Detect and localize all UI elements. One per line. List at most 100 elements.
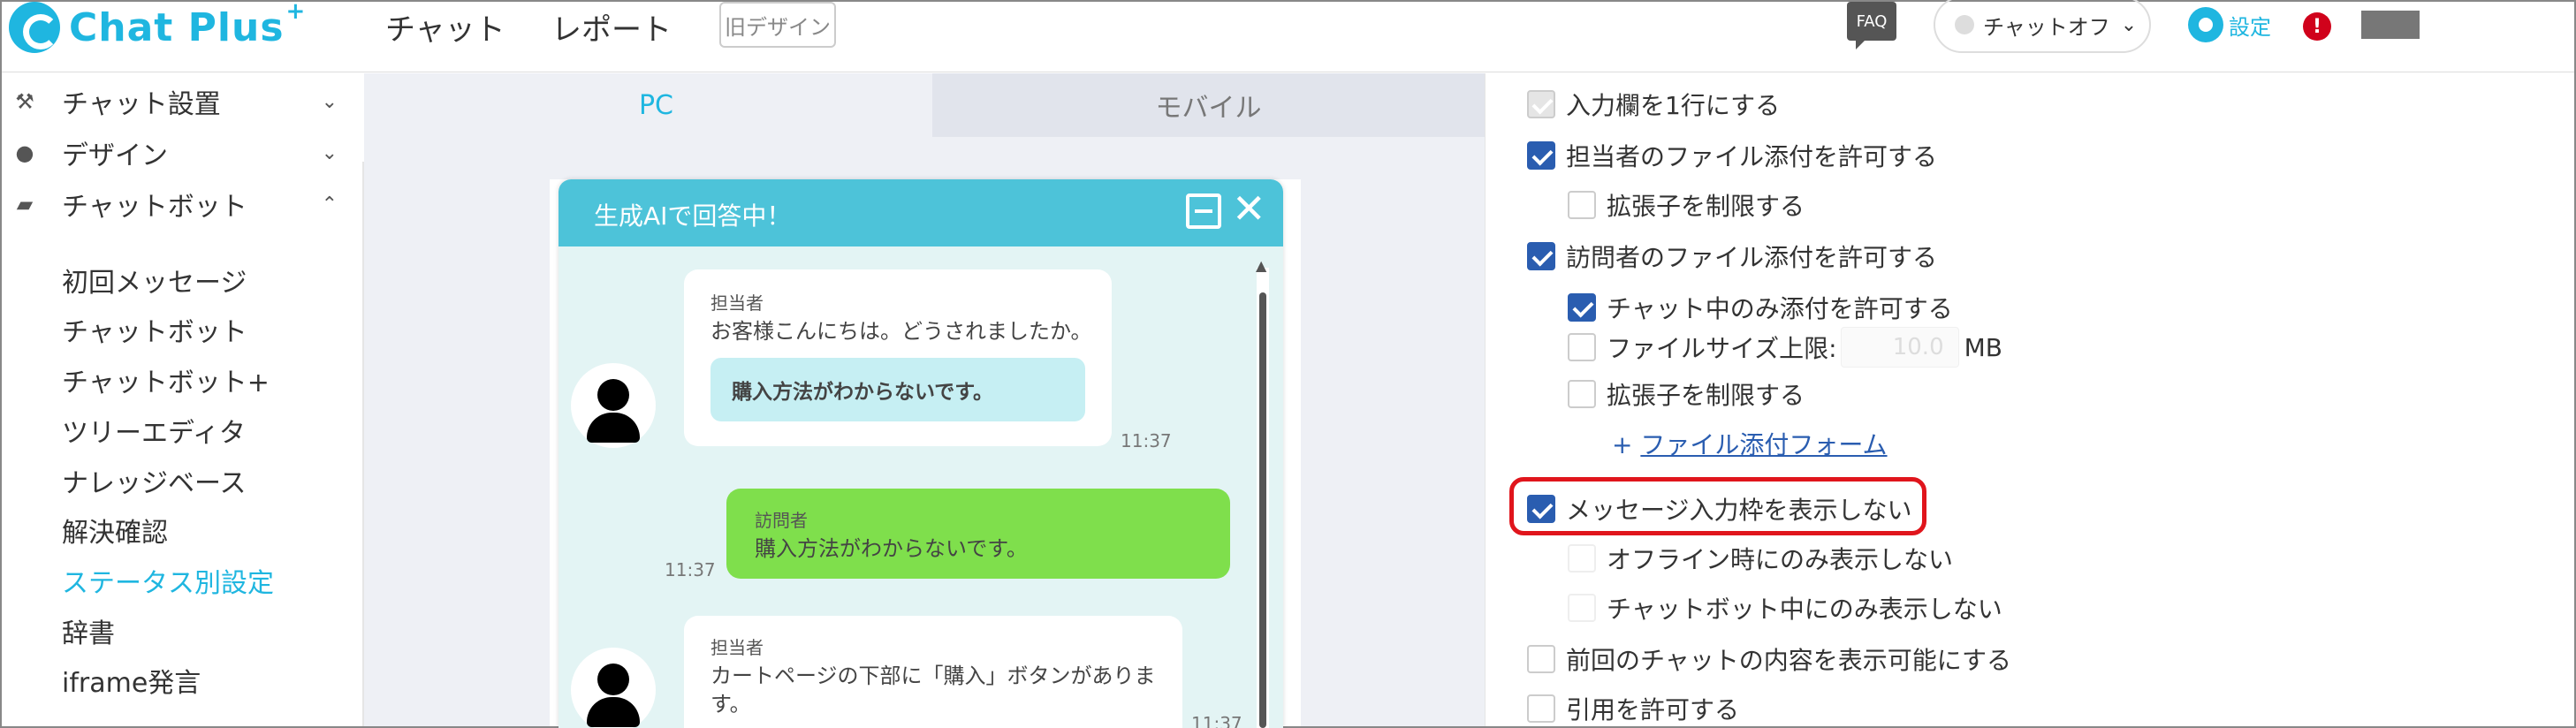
sidebar: ⚒ チャット設置 ⌄ ● デザイン ⌄ ▰ チャットボット ⌃ 初回メッセージ …	[2, 73, 368, 726]
sidebar-item-chatbot[interactable]: チャットボット	[62, 310, 247, 349]
option-prev-chat[interactable]: 前回のチャットの内容を表示可能にする	[1527, 641, 2011, 677]
option-label: ファイルサイズ上限:	[1607, 334, 1837, 363]
logo-text: Chat Plus	[69, 4, 285, 50]
close-icon[interactable]: ✕	[1232, 185, 1266, 232]
chat-status-dropdown[interactable]: チャットオフ ⌄	[1934, 0, 2151, 53]
option-offline-only[interactable]: オフライン時にのみ表示しない	[1568, 541, 1953, 576]
sidebar-section-label: デザイン	[62, 140, 168, 171]
widget-scrollbar-thumb[interactable]	[1259, 292, 1266, 728]
message-sender: 担当者	[710, 292, 764, 314]
chevron-down-icon: ⌄	[321, 141, 338, 164]
message-text-line: カートページの下部に「購入」ボタンがありま	[710, 664, 1156, 688]
option-label: 入力欄を1行にする	[1566, 91, 1781, 120]
tab-pc[interactable]: PC	[380, 73, 932, 137]
sidebar-section-label: チャット設置	[62, 89, 221, 120]
size-unit: MB	[1964, 332, 2002, 362]
attach-form-label: ファイル添付フォーム	[1640, 430, 1888, 459]
checkbox-agent-attach[interactable]	[1527, 141, 1555, 170]
quick-reply-button[interactable]: 購入方法がわからないです。	[710, 358, 1085, 421]
chat-widget: 生成AIで回答中！ ✕ 担当者 お客様こんにちは。どうされましたか。 購入方法が…	[559, 179, 1283, 728]
tools-icon: ⚒	[15, 89, 34, 114]
nav-chat[interactable]: チャット	[385, 5, 505, 49]
option-single-line[interactable]: 入力欄を1行にする	[1527, 87, 1780, 122]
checkbox-size-limit[interactable]	[1568, 333, 1596, 361]
logo-plus: +	[285, 0, 306, 25]
message-text: 購入方法がわからないです。	[755, 536, 1028, 561]
option-agent-attach[interactable]: 担当者のファイル添付を許可する	[1527, 138, 1937, 173]
top-header: Chat Plus + チャット レポート 旧デザイン FAQ チャットオフ ⌄…	[2, 0, 2574, 72]
widget-title: 生成AIで回答中！	[594, 201, 792, 231]
sidebar-item-first-message[interactable]: 初回メッセージ	[62, 261, 247, 300]
user-menu[interactable]	[2361, 11, 2420, 39]
sidebar-section-design[interactable]: ● デザイン ⌄	[2, 128, 338, 178]
size-limit-input[interactable]	[1840, 327, 1959, 368]
option-label: 拡張子を制限する	[1607, 192, 1805, 221]
chevron-down-icon: ⌄	[2120, 13, 2138, 36]
option-label: 前回のチャットの内容を表示可能にする	[1566, 646, 2012, 675]
checkbox-single-line[interactable]	[1527, 90, 1555, 118]
message-time: 11:37	[1191, 713, 1242, 728]
alert-icon[interactable]: !	[2303, 12, 2331, 41]
minimize-icon[interactable]	[1186, 193, 1221, 229]
agent-message: 担当者 カートページの下部に「購入」ボタンがありま す。	[684, 616, 1182, 728]
visitor-message: 訪問者 購入方法がわからないです。	[726, 489, 1230, 579]
chevron-up-icon: ⌃	[321, 193, 338, 216]
checkbox-visitor-attach[interactable]	[1527, 242, 1555, 270]
option-label: オフライン時にのみ表示しない	[1607, 545, 1954, 574]
status-dot-icon	[1955, 15, 1974, 34]
gear-icon	[2188, 7, 2223, 42]
sidebar-item-dictionary[interactable]: 辞書	[62, 611, 115, 650]
option-size-limit[interactable]: ファイルサイズ上限: MB	[1568, 327, 2002, 368]
option-label: 引用を許可する	[1566, 695, 1740, 724]
settings-label: 設定	[2229, 14, 2271, 40]
option-bot-only[interactable]: チャットボット中にのみ表示しない	[1568, 590, 2002, 626]
sidebar-section-chatbot[interactable]: ▰ チャットボット ⌃	[2, 179, 338, 229]
nav-report[interactable]: レポート	[551, 5, 672, 49]
palette-icon: ●	[15, 140, 34, 165]
checkbox-agent-ext[interactable]	[1568, 191, 1596, 219]
settings-link[interactable]: 設定	[2188, 7, 2271, 42]
message-text: お客様こんにちは。どうされましたか。	[710, 319, 1092, 344]
checkbox-prev-chat[interactable]	[1527, 645, 1555, 673]
sidebar-item-tree-editor[interactable]: ツリーエディタ	[62, 411, 246, 450]
message-sender: 訪問者	[755, 510, 808, 531]
option-label: チャットボット中にのみ表示しない	[1607, 595, 2002, 624]
checkbox-quote[interactable]	[1527, 694, 1555, 723]
sidebar-section-label: チャットボット	[62, 192, 247, 223]
scroll-up-icon[interactable]: ▲	[1256, 257, 1266, 274]
checkbox-offline-only[interactable]	[1568, 544, 1596, 573]
attach-form-link[interactable]: + ファイル添付フォーム	[1612, 426, 1888, 461]
message-sender: 担当者	[710, 637, 764, 658]
tab-mobile[interactable]: モバイル	[932, 73, 1485, 137]
preview-tabs: PC モバイル	[380, 73, 1485, 137]
chat-bubble-icon: ▰	[16, 192, 34, 216]
chat-status-label: チャットオフ	[1983, 14, 2110, 40]
option-quote[interactable]: 引用を許可する	[1527, 691, 1739, 726]
checkbox-chat-only[interactable]	[1568, 293, 1596, 322]
checkbox-bot-only[interactable]	[1568, 594, 1596, 622]
sidebar-item-iframe[interactable]: iframe発言	[62, 661, 201, 700]
logo[interactable]: Chat Plus +	[9, 0, 306, 53]
message-time: 11:37	[665, 559, 716, 580]
widget-header: 生成AIで回答中！ ✕	[559, 179, 1283, 246]
message-text-line: す。	[710, 692, 751, 717]
sidebar-item-chatbot-plus[interactable]: チャットボット+	[62, 360, 270, 399]
option-label: 拡張子を制限する	[1607, 381, 1805, 410]
old-design-button[interactable]: 旧デザイン	[719, 2, 836, 48]
option-chat-only[interactable]: チャット中のみ添付を許可する	[1568, 290, 1953, 325]
option-label: 訪問者のファイル添付を許可する	[1566, 243, 1938, 272]
checkbox-visitor-ext[interactable]	[1568, 380, 1596, 408]
faq-icon[interactable]: FAQ	[1847, 2, 1896, 49]
option-visitor-attach[interactable]: 訪問者のファイル添付を許可する	[1527, 239, 1937, 274]
plus-icon: +	[1612, 430, 1641, 459]
option-visitor-ext[interactable]: 拡張子を制限する	[1568, 376, 1805, 412]
sidebar-item-knowledge-base[interactable]: ナレッジベース	[62, 461, 247, 500]
message-time: 11:37	[1121, 430, 1172, 451]
agent-message: 担当者 お客様こんにちは。どうされましたか。 購入方法がわからないです。	[684, 269, 1112, 446]
option-label: 担当者のファイル添付を許可する	[1566, 142, 1938, 171]
sidebar-item-resolution[interactable]: 解決確認	[62, 511, 168, 550]
sidebar-section-chat-setup[interactable]: ⚒ チャット設置 ⌄	[2, 77, 338, 126]
option-agent-ext[interactable]: 拡張子を制限する	[1568, 187, 1805, 223]
agent-avatar	[571, 648, 656, 728]
sidebar-item-status-settings[interactable]: ステータス別設定	[62, 561, 274, 600]
